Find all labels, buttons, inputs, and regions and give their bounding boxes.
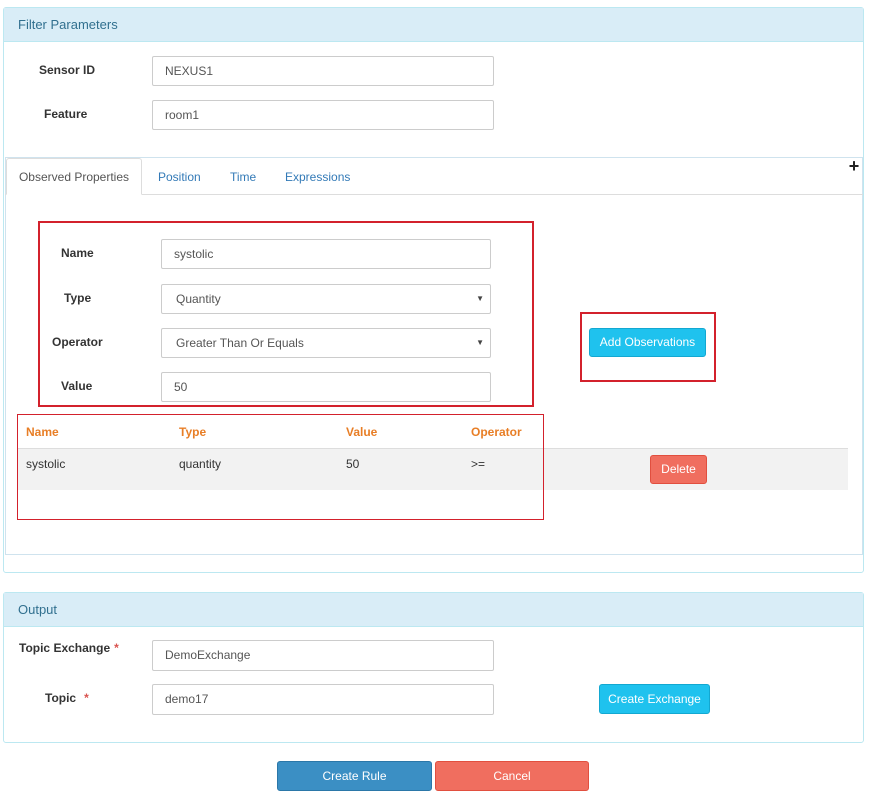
tab-time[interactable]: Time — [230, 170, 256, 184]
plus-icon[interactable]: + — [847, 157, 861, 175]
operator-label: Operator — [52, 335, 103, 349]
observations-table-highlight — [17, 414, 544, 520]
output-heading: Output — [4, 593, 863, 627]
feature-input[interactable]: room1 — [152, 100, 494, 130]
value-input[interactable]: 50 — [161, 372, 491, 402]
topic-input[interactable]: demo17 — [152, 684, 494, 715]
required-marker: * — [84, 691, 89, 705]
tab-observed-properties[interactable]: Observed Properties — [6, 158, 142, 195]
topic-label-text: Topic — [45, 691, 77, 705]
delete-button[interactable]: Delete — [650, 455, 707, 484]
type-label: Type — [64, 291, 92, 305]
dropdown-arrow-icon: ▼ — [476, 338, 484, 347]
dropdown-arrow-icon: ▼ — [476, 294, 484, 303]
add-observations-button[interactable]: Add Observations — [589, 328, 706, 357]
topic-exchange-input[interactable]: DemoExchange — [152, 640, 494, 671]
cancel-button[interactable]: Cancel — [435, 761, 589, 791]
topic-exchange-label-text: Topic Exchange — [19, 641, 111, 655]
value-label: Value — [61, 379, 93, 393]
tab-position[interactable]: Position — [158, 170, 201, 184]
operator-select[interactable]: Greater Than Or Equals ▼ — [161, 328, 491, 358]
name-input[interactable]: systolic — [161, 239, 491, 269]
topic-exchange-label: Topic Exchange * — [19, 641, 119, 655]
filter-parameters-heading: Filter Parameters — [4, 8, 863, 42]
create-rule-button[interactable]: Create Rule — [277, 761, 432, 791]
required-marker: * — [114, 641, 119, 655]
sensor-id-label: Sensor ID — [39, 63, 96, 77]
operator-select-value: Greater Than Or Equals — [176, 336, 304, 350]
name-label: Name — [61, 246, 94, 260]
tab-observed-properties-label: Observed Properties — [18, 170, 130, 184]
sensor-id-input[interactable]: NEXUS1 — [152, 56, 494, 86]
type-select[interactable]: Quantity ▼ — [161, 284, 491, 314]
tab-expressions[interactable]: Expressions — [285, 170, 350, 184]
type-select-value: Quantity — [176, 292, 221, 306]
topic-label: Topic * — [45, 691, 89, 705]
feature-label: Feature — [44, 107, 88, 121]
create-exchange-button[interactable]: Create Exchange — [599, 684, 710, 714]
